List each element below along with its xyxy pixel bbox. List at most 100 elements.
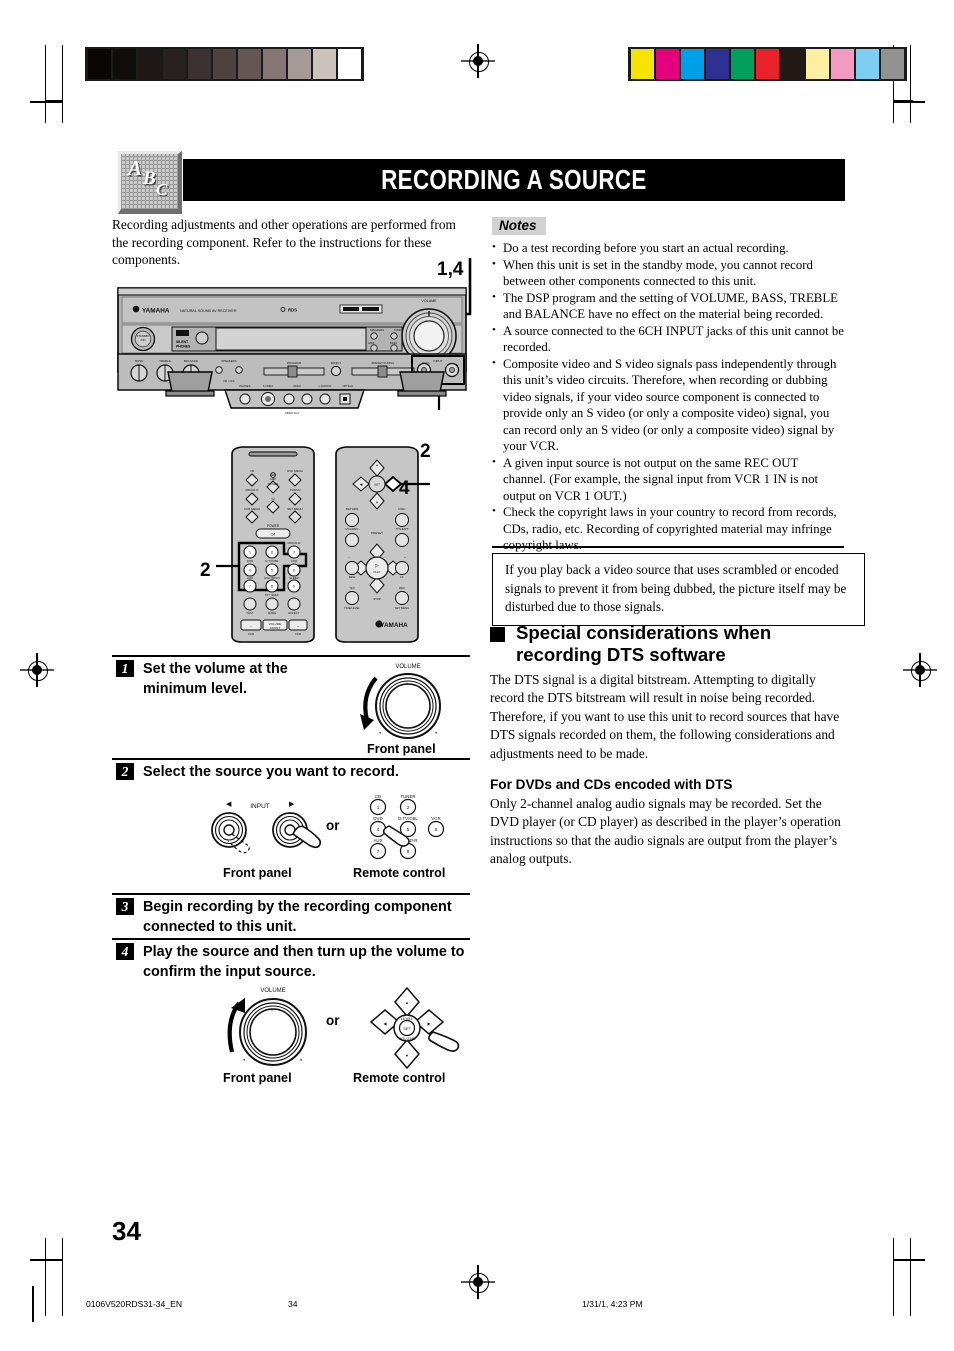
footer-file-name: 0106V520RDS31-34_EN bbox=[86, 1299, 183, 1309]
svg-text:+: + bbox=[297, 624, 299, 628]
svg-text:7: 7 bbox=[249, 584, 251, 588]
svg-text:NATURAL SOUND AV RECEIVER: NATURAL SOUND AV RECEIVER bbox=[180, 309, 237, 313]
note-item: A source connected to the 6CH INPUT jack… bbox=[492, 322, 844, 356]
svg-text:PTY SEEK: PTY SEEK bbox=[265, 593, 279, 597]
gray-swatch bbox=[263, 49, 286, 79]
svg-text:TREBLE: TREBLE bbox=[159, 359, 171, 363]
scrambled-signal-warning-text: If you play back a video source that use… bbox=[505, 562, 847, 614]
svg-text:●: ● bbox=[300, 1058, 302, 1062]
crop-mark-left-outer bbox=[45, 45, 46, 123]
svg-text:TONE: TONE bbox=[394, 328, 401, 332]
svg-text:4: 4 bbox=[377, 827, 380, 832]
svg-text:VCR: VCR bbox=[295, 632, 302, 636]
svg-text:●: ● bbox=[379, 731, 381, 735]
svg-text:TUNER: TUNER bbox=[267, 541, 278, 545]
svg-text:▼: ▼ bbox=[376, 501, 379, 505]
dts-section-heading: Special considerations when recording DT… bbox=[490, 622, 850, 666]
svg-text:5: 5 bbox=[407, 827, 410, 832]
svg-text:TIME/LEVEL: TIME/LEVEL bbox=[344, 606, 361, 610]
crop-mark-left-inner bbox=[62, 45, 63, 123]
svg-text:D.TV/CBL: D.TV/CBL bbox=[265, 559, 279, 563]
dts-heading-text: Special considerations when recording DT… bbox=[516, 622, 772, 665]
step-2-caption-front-panel: Front panel bbox=[223, 866, 292, 880]
svg-text:MODE: MODE bbox=[268, 611, 277, 615]
svg-text:TUNER: TUNER bbox=[268, 482, 279, 486]
gray-swatch bbox=[213, 49, 236, 79]
svg-text:▷: ▷ bbox=[375, 563, 379, 569]
svg-text:9: 9 bbox=[293, 584, 295, 588]
gray-swatch bbox=[188, 49, 211, 79]
svg-text:●: ● bbox=[243, 1058, 245, 1062]
svg-text:EFFECT: EFFECT bbox=[331, 361, 342, 365]
svg-text:VOL/REC: VOL/REC bbox=[345, 527, 359, 531]
gray-swatch bbox=[288, 49, 311, 79]
svg-text:BALANCE: BALANCE bbox=[184, 359, 198, 363]
svg-text:ON / OFF: ON / OFF bbox=[223, 379, 235, 383]
step-2-front-panel-input-illustration: INPUT ◀ ▶ bbox=[205, 792, 335, 862]
gray-swatch bbox=[138, 49, 161, 79]
svg-text:▼: ▼ bbox=[405, 1053, 409, 1058]
step-3-rule-top bbox=[112, 893, 470, 895]
svg-text:VCR: VCR bbox=[248, 632, 255, 636]
step-4-volume-knob-illustration: VOLUME 0 ● ● bbox=[205, 982, 335, 1074]
color-calibration-bar bbox=[628, 47, 907, 81]
svg-text:DVD: DVD bbox=[373, 816, 382, 821]
footer-sheet-number: 34 bbox=[288, 1299, 298, 1309]
grayscale-calibration-bar bbox=[85, 47, 364, 81]
svg-text:VIDEO: VIDEO bbox=[293, 384, 301, 388]
svg-text:TEX: TEX bbox=[349, 586, 355, 590]
svg-text:PRESET: PRESET bbox=[371, 531, 383, 535]
svg-text:TUNER: TUNER bbox=[400, 794, 415, 799]
footer-rule-left bbox=[32, 1286, 34, 1322]
svg-text:SET: SET bbox=[403, 1026, 411, 1031]
color-swatch bbox=[756, 49, 779, 79]
svg-text:L AUDIO R: L AUDIO R bbox=[319, 384, 332, 388]
callout-number-remote-volume: 4 bbox=[399, 478, 410, 499]
svg-text:1: 1 bbox=[377, 805, 380, 810]
step-4-rule-top bbox=[112, 938, 470, 940]
color-swatch bbox=[731, 49, 754, 79]
svg-text:CD: CD bbox=[375, 794, 381, 799]
page-title: RECORDING A SOURCE bbox=[381, 164, 647, 195]
svg-text:AUX: AUX bbox=[247, 576, 253, 580]
svg-text:REW: REW bbox=[349, 575, 356, 579]
svg-text:▶: ▶ bbox=[289, 801, 295, 808]
svg-text:RETURN: RETURN bbox=[346, 507, 359, 511]
svg-text:▲: ▲ bbox=[405, 1000, 409, 1005]
scrambled-signal-warning-box: If you play back a video source that use… bbox=[492, 553, 865, 626]
step-1-volume-knob-illustration: VOLUME 0 ● ● bbox=[340, 658, 470, 748]
step-4-remote-cursor-pad-illustration: ▲ ◀ ▶ ▼ SET LEVEL VOLUME bbox=[365, 984, 465, 1074]
svg-text:3: 3 bbox=[293, 550, 295, 554]
registration-mark-left bbox=[20, 653, 54, 687]
step-4-or-label: or bbox=[326, 1013, 340, 1028]
svg-text:YAMAHA: YAMAHA bbox=[142, 308, 170, 315]
svg-text:7: 7 bbox=[377, 849, 380, 854]
callout-number-top: 1,4 bbox=[437, 259, 464, 280]
page-edge-top-right bbox=[893, 101, 925, 103]
svg-text:BASS: BASS bbox=[135, 359, 143, 363]
page-edge-bottom-left bbox=[30, 1259, 62, 1261]
svg-text:FRONT: FRONT bbox=[270, 626, 280, 630]
dts-paragraph: The DTS signal is a digital bitstream. A… bbox=[490, 672, 840, 761]
step-4-caption-remote-control: Remote control bbox=[353, 1071, 446, 1085]
dts-subparagraph: Only 2-channel analog audio signals may … bbox=[490, 796, 841, 867]
svg-text:PROGRAM: PROGRAM bbox=[287, 361, 302, 365]
svg-text:SET: SET bbox=[374, 483, 380, 487]
svg-text:PRESET/TUNING: PRESET/TUNING bbox=[372, 361, 395, 365]
registration-mark-bottom bbox=[461, 1265, 495, 1299]
svg-text:VOLUME: VOLUME bbox=[421, 299, 437, 303]
dts-subheading: For DVDs and CDs encoded with DTS bbox=[490, 777, 733, 792]
svg-text:VOLUME: VOLUME bbox=[260, 988, 285, 994]
color-swatch bbox=[856, 49, 879, 79]
note-item: A given input source is not output on th… bbox=[492, 454, 844, 505]
svg-text:AMP: AMP bbox=[270, 477, 277, 481]
svg-text:2: 2 bbox=[407, 805, 410, 810]
color-swatch bbox=[706, 49, 729, 79]
svg-text:AUX: AUX bbox=[373, 838, 382, 843]
svg-text:⏻/I: ⏻/I bbox=[271, 533, 276, 537]
crop-mark-bottom-left-outer bbox=[45, 1238, 46, 1316]
svg-text:VCR MENU: VCR MENU bbox=[244, 507, 260, 511]
notes-bottom-rule bbox=[492, 546, 844, 548]
svg-text:TITLE/PT: TITLE/PT bbox=[396, 527, 409, 531]
page-title-bar: RECORDING A SOURCE bbox=[183, 159, 845, 201]
